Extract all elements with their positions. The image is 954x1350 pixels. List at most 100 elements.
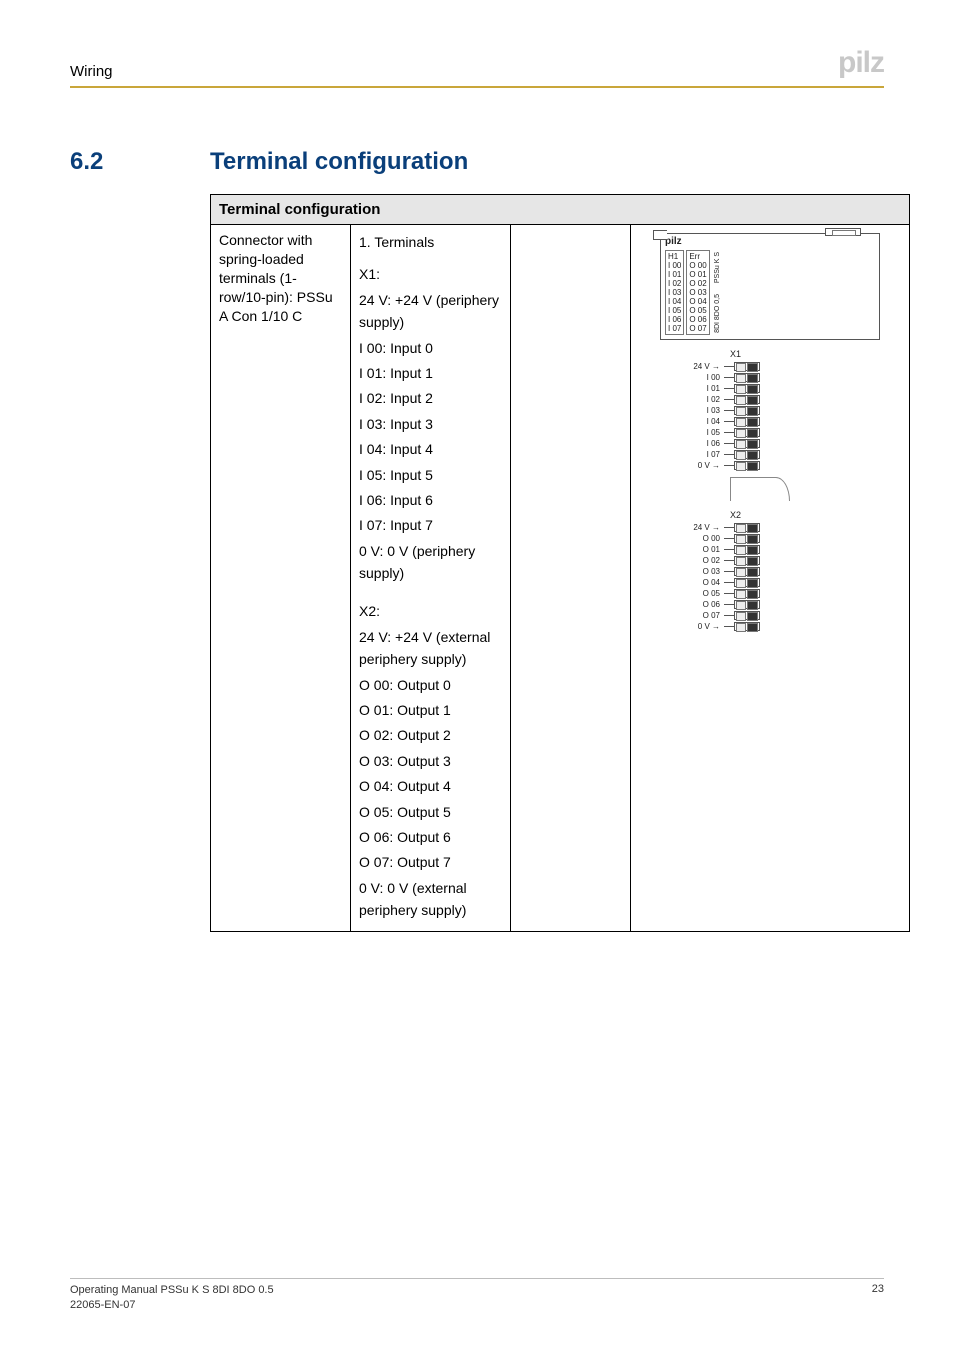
terminal-row: I 00 bbox=[660, 372, 880, 383]
page-number: 23 bbox=[872, 1283, 884, 1312]
footer-divider bbox=[70, 1278, 884, 1279]
terminal-label: O 03 bbox=[660, 568, 724, 576]
terminal-label: I 07 bbox=[660, 451, 724, 459]
led-label: O 04 bbox=[688, 297, 707, 306]
lead-line bbox=[724, 432, 734, 433]
x1-item: 24 V: +24 V (periphery supply) bbox=[359, 289, 502, 334]
terminal-block-x1: X1 24 V →I 00 I 01 I 02 I 03 I 04I 05 I 06 I 0… bbox=[660, 350, 880, 471]
led-label: I 07 bbox=[667, 324, 682, 333]
page-footer: Operating Manual PSSu K S 8DI 8DO 0.5 22… bbox=[70, 1278, 884, 1312]
x2-item: O 04: Output 4 bbox=[359, 775, 502, 797]
terminal-label: I 04 bbox=[660, 418, 724, 426]
module-side-label: PSSu K S 8DI 8DO 0,5 bbox=[712, 250, 721, 335]
terminal-slot-icon bbox=[734, 545, 760, 554]
led-label: O 05 bbox=[688, 306, 707, 315]
terminal-label: 24 V → bbox=[660, 363, 724, 371]
x2-item: 24 V: +24 V (external periphery supply) bbox=[359, 626, 502, 671]
terminal-label: I 02 bbox=[660, 396, 724, 404]
lead-line bbox=[724, 527, 734, 528]
empty-cell bbox=[511, 225, 631, 931]
table-row: Connector with spring-loaded terminals (… bbox=[211, 225, 909, 931]
terminal-label: I 01 bbox=[660, 385, 724, 393]
clip-icon bbox=[653, 230, 667, 240]
terminal-label: 24 V → bbox=[660, 524, 724, 532]
led-label: O 02 bbox=[688, 279, 707, 288]
terminal-row: O 05 bbox=[660, 588, 880, 599]
lead-line bbox=[724, 377, 734, 378]
terminal-row: I 04 bbox=[660, 416, 880, 427]
terminal-label: O 01 bbox=[660, 546, 724, 554]
terminal-row: I 07 bbox=[660, 449, 880, 460]
terminal-row: 0 V → bbox=[660, 621, 880, 632]
x2-item: O 05: Output 5 bbox=[359, 801, 502, 823]
x1-item: I 06: Input 6 bbox=[359, 489, 502, 511]
terminal-slot-icon bbox=[734, 384, 760, 393]
terminal-slot-icon bbox=[734, 428, 760, 437]
terminal-row: 0 V → bbox=[660, 460, 880, 471]
terminal-label: I 06 bbox=[660, 440, 724, 448]
lead-line bbox=[724, 421, 734, 422]
footer-line1: Operating Manual PSSu K S 8DI 8DO 0.5 bbox=[70, 1283, 274, 1297]
x1-item: I 07: Input 7 bbox=[359, 514, 502, 536]
terminal-row: 24 V → bbox=[660, 361, 880, 372]
led-label: O 06 bbox=[688, 315, 707, 324]
lead-line bbox=[724, 604, 734, 605]
terminal-block-x2: X2 24 V →O 00O 01O 02O 03O 04O 05O 06O 0… bbox=[660, 511, 880, 632]
brand-logo: pilz bbox=[838, 46, 884, 80]
led-label: H1 bbox=[667, 252, 682, 261]
led-col-right: Err O 00 O 01 O 02 O 03 O 04 O 05 O 06 O… bbox=[686, 250, 709, 335]
terminal-label: O 07 bbox=[660, 612, 724, 620]
terminal-slot-icon bbox=[734, 578, 760, 587]
x1-item: I 05: Input 5 bbox=[359, 464, 502, 486]
terminal-label: O 05 bbox=[660, 590, 724, 598]
lead-line bbox=[724, 560, 734, 561]
x2-item: O 03: Output 3 bbox=[359, 750, 502, 772]
terminal-row: O 03 bbox=[660, 566, 880, 577]
section-title: Terminal configuration bbox=[210, 148, 468, 176]
terminal-label: O 06 bbox=[660, 601, 724, 609]
x1-block-label: X1 bbox=[730, 350, 880, 359]
terminal-row: O 07 bbox=[660, 610, 880, 621]
lead-line bbox=[724, 582, 734, 583]
terminal-label: O 04 bbox=[660, 579, 724, 587]
terminals-cell: 1. Terminals X1: 24 V: +24 V (periphery … bbox=[351, 225, 511, 931]
led-label: O 07 bbox=[688, 324, 707, 333]
section-number: 6.2 bbox=[70, 148, 210, 176]
led-label: Err bbox=[688, 252, 707, 261]
terminals-heading: 1. Terminals bbox=[359, 231, 502, 253]
terminal-config-table: Terminal configuration Connector with sp… bbox=[210, 194, 910, 932]
terminal-row: O 06 bbox=[660, 599, 880, 610]
x2-block-label: X2 bbox=[730, 511, 880, 520]
x1-item: I 01: Input 1 bbox=[359, 362, 502, 384]
terminal-slot-icon bbox=[734, 600, 760, 609]
lead-line bbox=[724, 593, 734, 594]
x1-item: I 04: Input 4 bbox=[359, 438, 502, 460]
terminal-slot-icon bbox=[734, 439, 760, 448]
terminal-label: I 03 bbox=[660, 407, 724, 415]
terminal-slot-icon bbox=[734, 534, 760, 543]
section-heading: 6.2 Terminal configuration bbox=[70, 148, 884, 176]
x1-item: I 02: Input 2 bbox=[359, 387, 502, 409]
x1-item: 0 V: 0 V (periphery supply) bbox=[359, 540, 502, 585]
terminal-slot-icon bbox=[734, 406, 760, 415]
terminal-label: 0 V → bbox=[660, 623, 724, 631]
module-top: pilz H1 I 00 I 01 I 02 I 03 I 04 I 05 I … bbox=[660, 233, 880, 340]
terminal-row: I 02 bbox=[660, 394, 880, 405]
led-label: I 05 bbox=[667, 306, 682, 315]
terminal-row: O 04 bbox=[660, 577, 880, 588]
terminal-row: I 01 bbox=[660, 383, 880, 394]
led-label: I 04 bbox=[667, 297, 682, 306]
terminal-slot-icon bbox=[734, 589, 760, 598]
lead-line bbox=[724, 626, 734, 627]
module-curve-icon bbox=[730, 477, 790, 501]
terminal-label: 0 V → bbox=[660, 462, 724, 470]
terminal-row: O 02 bbox=[660, 555, 880, 566]
led-label: O 01 bbox=[688, 270, 707, 279]
terminal-slot-icon bbox=[734, 622, 760, 631]
x2-item: O 00: Output 0 bbox=[359, 674, 502, 696]
led-label: O 00 bbox=[688, 261, 707, 270]
terminal-row: O 01 bbox=[660, 544, 880, 555]
terminal-row: 24 V → bbox=[660, 522, 880, 533]
terminal-row: I 05 bbox=[660, 427, 880, 438]
x1-item: I 00: Input 0 bbox=[359, 337, 502, 359]
